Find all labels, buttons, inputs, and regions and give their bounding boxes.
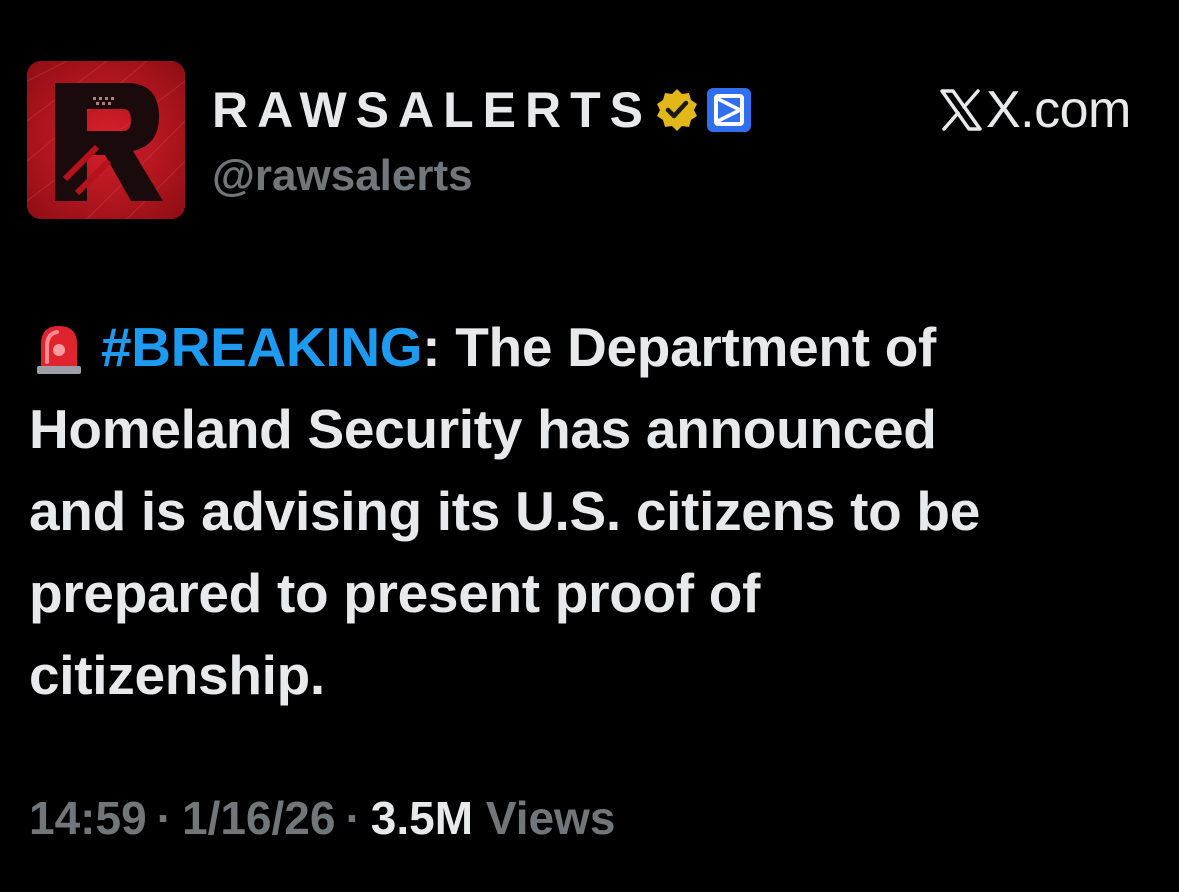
post-line-4: prepared to present proof of: [29, 562, 761, 624]
post-time[interactable]: 14:59: [29, 792, 147, 844]
hashtag-breaking[interactable]: #BREAKING: [101, 316, 423, 378]
affiliate-badge-icon[interactable]: [706, 87, 752, 133]
display-name[interactable]: RAWSALERTS: [212, 80, 652, 140]
account-handle[interactable]: @rawsalerts: [212, 150, 473, 202]
name-row: RAWSALERTS: [212, 80, 752, 140]
source-text: X.com: [986, 81, 1131, 139]
avatar[interactable]: [27, 61, 185, 219]
post-line-3: and is advising its U.S. citizens to be: [29, 480, 981, 542]
separator: ·: [156, 792, 172, 844]
x-logo-icon: [940, 89, 982, 131]
siren-icon: [37, 326, 81, 374]
post-line-1: #BREAKING: The Department of: [29, 306, 1129, 388]
post-text: #BREAKING: The Department of Homeland Se…: [29, 306, 1129, 716]
post-meta: 14:59 · 1/16/26 · 3.5M Views: [29, 790, 615, 846]
post-date[interactable]: 1/16/26: [182, 792, 335, 844]
post-line-5: citizenship.: [29, 644, 325, 706]
post-line-2: Homeland Security has announced: [29, 398, 937, 460]
views-count[interactable]: 3.5M: [371, 792, 473, 844]
post-line-1-text: : The Department of: [422, 316, 936, 378]
source-label: X.com: [938, 80, 1131, 140]
separator: ·: [345, 792, 361, 844]
views-label: Views: [485, 792, 616, 844]
raws-logo-icon: [27, 61, 185, 219]
verified-badge-icon[interactable]: [654, 87, 700, 133]
post-card: RAWSALERTS @rawsalerts X.com #BREAKING: …: [0, 0, 1179, 892]
